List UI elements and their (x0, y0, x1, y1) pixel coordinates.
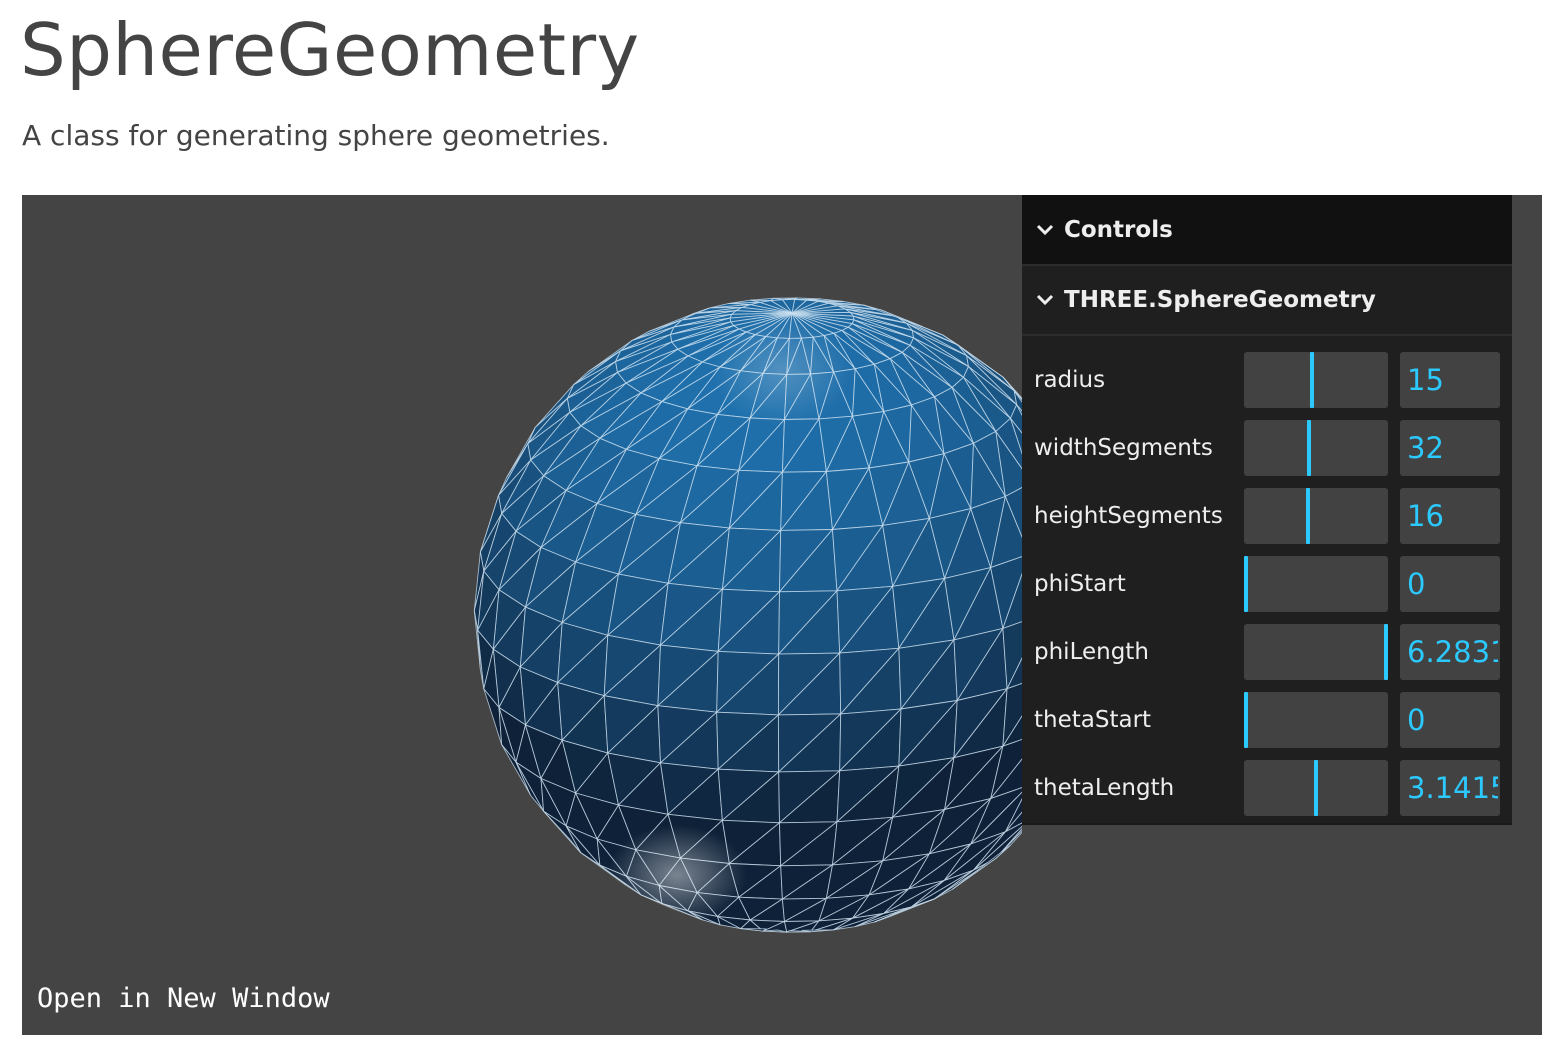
scene-viewport[interactable]: Open in New Window Controls THREE.Sphere… (22, 195, 1542, 1035)
slider-thumb[interactable] (1307, 420, 1311, 476)
theta-length-slider[interactable] (1244, 760, 1388, 816)
control-row-phistart: phiStart (1022, 550, 1512, 618)
controls-title: Controls (1064, 216, 1173, 243)
page-description: A class for generating sphere geometries… (22, 119, 610, 152)
chevron-down-icon (1036, 294, 1054, 306)
slider-thumb[interactable] (1384, 624, 1388, 680)
mesh-face (740, 928, 767, 932)
control-label: heightSegments (1034, 503, 1223, 529)
sphere-mesh[interactable] (22, 195, 1022, 1035)
specular-highlight (607, 825, 747, 925)
control-row-widthsegments: widthSegments (1022, 414, 1512, 482)
slider-thumb[interactable] (1309, 352, 1314, 408)
control-label: widthSegments (1034, 435, 1213, 461)
theta-start-input[interactable] (1400, 692, 1500, 748)
width-segments-slider[interactable] (1244, 420, 1388, 476)
height-segments-input[interactable] (1400, 488, 1500, 544)
slider-thumb[interactable] (1244, 556, 1248, 612)
slider-thumb[interactable] (1305, 488, 1310, 544)
radius-slider[interactable] (1244, 352, 1388, 408)
top-highlight (712, 315, 852, 425)
width-segments-input[interactable] (1400, 420, 1500, 476)
control-row-philength: phiLength (1022, 618, 1512, 686)
control-row-radius: radius (1022, 346, 1512, 414)
controls-rows: radius widthSegments heightSegments phiS… (1022, 336, 1512, 823)
phi-start-input[interactable] (1400, 556, 1500, 612)
radius-input[interactable] (1400, 352, 1500, 408)
height-segments-slider[interactable] (1244, 488, 1388, 544)
mesh-face (801, 929, 834, 933)
chevron-down-icon (1036, 224, 1054, 235)
mesh-face (794, 297, 821, 300)
control-label: radius (1034, 367, 1106, 393)
slider-thumb[interactable] (1314, 760, 1318, 816)
control-label: thetaStart (1034, 707, 1152, 733)
control-label: phiStart (1034, 571, 1126, 597)
control-row-thetalength: thetaLength (1022, 754, 1512, 822)
controls-panel: Controls THREE.SphereGeometry radius wid… (1022, 195, 1512, 825)
open-in-new-window-link[interactable]: Open in New Window (37, 983, 330, 1014)
control-row-heightsegments: heightSegments (1022, 482, 1512, 550)
phi-length-slider[interactable] (1244, 624, 1388, 680)
page-title: SphereGeometry (20, 8, 640, 92)
control-label: phiLength (1034, 639, 1149, 665)
slider-thumb[interactable] (1244, 692, 1248, 748)
theta-start-slider[interactable] (1244, 692, 1388, 748)
sphere-geometry-folder[interactable]: THREE.SphereGeometry (1022, 266, 1512, 336)
phi-start-slider[interactable] (1244, 556, 1388, 612)
control-row-thetastart: thetaStart (1022, 686, 1512, 754)
folder-title: THREE.SphereGeometry (1064, 287, 1376, 313)
phi-length-input[interactable] (1400, 624, 1500, 680)
controls-header[interactable]: Controls (1022, 195, 1512, 266)
control-label: thetaLength (1034, 775, 1175, 801)
theta-length-input[interactable] (1400, 760, 1500, 816)
